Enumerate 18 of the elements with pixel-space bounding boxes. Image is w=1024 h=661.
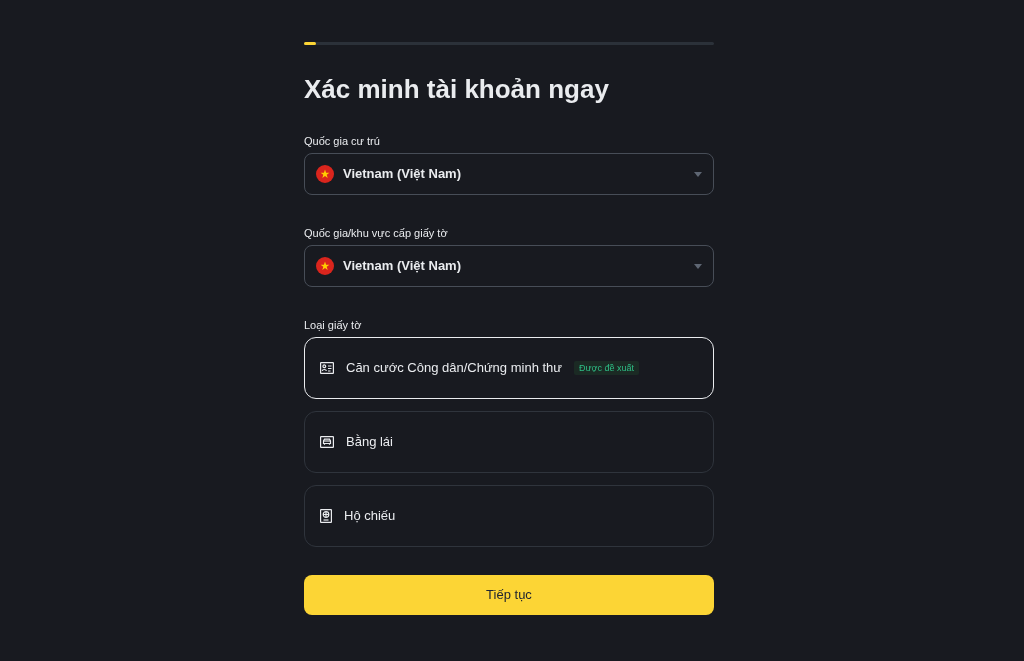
country-select[interactable]: Vietnam (Việt Nam) <box>304 153 714 195</box>
field-label: Quốc gia/khu vực cấp giấy tờ <box>304 226 448 240</box>
page-title: Xác minh tài khoản ngay <box>304 73 609 105</box>
recommended-badge: Được đề xuất <box>574 361 639 375</box>
flag-icon <box>316 165 334 183</box>
document-option[interactable]: Bằng lái <box>304 411 714 473</box>
caret-icon <box>694 263 702 269</box>
field-label: Loại giấy tờ <box>304 318 362 332</box>
document-option[interactable]: Căn cước Công dân/Chứng minh thư Được đề xuất <box>304 337 714 399</box>
id-card-icon <box>320 362 334 374</box>
flag-icon <box>316 257 334 275</box>
continue-button[interactable]: Tiếp tục <box>304 575 714 615</box>
country-select[interactable]: Vietnam (Việt Nam) <box>304 245 714 287</box>
passport-icon <box>320 509 332 523</box>
document-option[interactable]: Hộ chiếu <box>304 485 714 547</box>
caret-icon <box>694 171 702 177</box>
field-label: Quốc gia cư trú <box>304 134 380 148</box>
car-card-icon <box>320 436 334 448</box>
